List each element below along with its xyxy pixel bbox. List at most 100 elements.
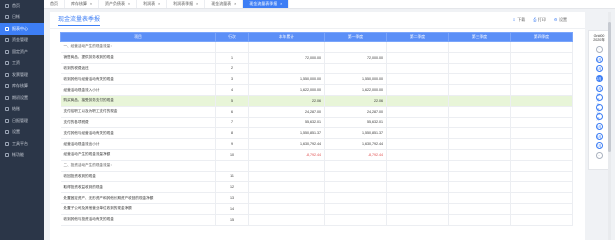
period-month[interactable]: 12月 <box>589 93 609 103</box>
table-cell-q1[interactable]: -8,792.44 <box>324 149 387 161</box>
table-cell-q4[interactable] <box>510 73 573 86</box>
table-cell-q1[interactable]: 1,622,000.00 <box>324 84 387 96</box>
sidebar-item[interactable]: 工资 <box>0 58 44 70</box>
table-cell-q4[interactable] <box>510 106 573 118</box>
table-cell-q2[interactable] <box>386 106 449 118</box>
table-cell-q2[interactable] <box>386 160 449 172</box>
table-cell-q2[interactable] <box>386 171 449 183</box>
table-cell-q2[interactable] <box>386 138 449 150</box>
tool-button[interactable]: ⚙ 设置 <box>554 17 567 23</box>
table-cell-q3[interactable] <box>448 95 511 107</box>
table-cell-q2[interactable] <box>386 203 449 215</box>
table-cell-q4[interactable] <box>510 117 573 129</box>
table-row[interactable]: 处置固定资产、无形资产和其他长期资产收回的现金净额 13 <box>60 192 573 204</box>
table-row[interactable]: 购买商品、接受劳务支付的现金 5 22.06 22.06 <box>60 95 573 107</box>
table-cell-q4[interactable] <box>510 181 573 194</box>
table-cell-q1[interactable] <box>324 171 387 183</box>
table-cell-q1[interactable]: 24,287.00 <box>324 106 387 118</box>
sidebar-item[interactable]: 帐功能 <box>0 150 44 162</box>
table-cell-q4[interactable] <box>510 127 573 140</box>
tab-item[interactable]: 现金流量表季报 × <box>243 0 290 8</box>
table-row[interactable]: 处置子公司及其他营业单位收到的现金净额 14 <box>60 203 573 215</box>
table-row[interactable]: 销售商品、提供劳务收到的现金 1 72,000.00 72,000.00 <box>60 52 573 64</box>
table-cell-q3[interactable] <box>448 214 511 226</box>
table-cell-q2[interactable] <box>386 149 449 161</box>
table-cell-q3[interactable] <box>448 127 511 140</box>
tab-item[interactable]: 现金流量表 × <box>205 0 244 8</box>
table-cell-q1[interactable] <box>324 192 387 204</box>
table-cell-q2[interactable] <box>386 73 449 86</box>
table-cell-q2[interactable] <box>386 117 449 129</box>
table-row[interactable]: 二、投资活动产生的现金流量： <box>60 160 573 172</box>
period-down-arrow[interactable]: ⌄ <box>589 151 609 161</box>
table-row[interactable]: 经营活动现金流出小计 9 1,630,792.44 1,630,792.44 <box>60 138 573 150</box>
period-up-arrow[interactable]: ⌃ <box>589 45 609 55</box>
table-cell-q2[interactable] <box>386 52 449 64</box>
table-cell-q1[interactable]: 1,630,792.44 <box>324 138 387 150</box>
table-cell-q1[interactable] <box>324 160 387 172</box>
period-month[interactable]: 3月 <box>589 64 609 74</box>
table-cell-q4[interactable] <box>510 192 573 204</box>
table-cell-q1[interactable] <box>324 181 387 194</box>
table-cell-q3[interactable] <box>448 73 511 86</box>
close-icon[interactable]: × <box>280 2 282 6</box>
table-cell-q2[interactable] <box>386 84 449 96</box>
table-cell-ytd[interactable] <box>248 171 325 183</box>
table-row[interactable]: 支付的各项税费 7 55,632.01 55,632.01 <box>60 117 573 129</box>
sidebar-item[interactable]: 工具平台 <box>0 138 44 150</box>
table-cell-q2[interactable] <box>386 181 449 194</box>
table-cell-ytd[interactable] <box>248 41 325 53</box>
table-cell-q1[interactable] <box>324 41 387 53</box>
table-cell-q3[interactable] <box>448 138 511 150</box>
table-cell-q2[interactable] <box>386 95 449 107</box>
table-cell-q1[interactable]: 55,632.01 <box>324 117 387 129</box>
period-month[interactable]: 10月 <box>589 112 609 122</box>
table-cell-q2[interactable] <box>386 214 449 226</box>
table-cell-ytd[interactable]: 72,000.00 <box>248 52 325 64</box>
scrollbar-thumb[interactable] <box>608 22 611 152</box>
table-cell-q1[interactable] <box>324 63 387 75</box>
table-cell-ytd[interactable]: 24,287.00 <box>248 106 325 118</box>
table-row[interactable]: 收到其他与经营活动有关的现金 3 1,550,000.00 1,550,000.00 <box>60 73 573 86</box>
table-cell-q1[interactable]: 72,000.00 <box>324 52 387 64</box>
table-cell-q4[interactable] <box>510 138 573 150</box>
sidebar-item[interactable]: 日帐 <box>0 12 44 24</box>
table-cell-ytd[interactable]: 1,622,000.00 <box>248 84 325 96</box>
tab-item[interactable]: 利润表 × <box>137 0 168 8</box>
table-cell-q4[interactable] <box>510 52 573 64</box>
sidebar-item[interactable]: 报表中心 <box>0 23 44 35</box>
table-cell-ytd[interactable] <box>248 214 325 226</box>
table-cell-q4[interactable] <box>510 203 573 215</box>
tab-item[interactable]: 首页 <box>44 0 65 8</box>
sidebar-item[interactable]: 固定资产 <box>0 46 44 58</box>
table-cell-q4[interactable] <box>510 214 573 226</box>
period-month[interactable]: 4月 <box>589 55 609 65</box>
period-month[interactable]: 2月 <box>589 74 609 84</box>
table-cell-q3[interactable] <box>448 171 511 183</box>
table-cell-ytd[interactable]: 1,550,000.00 <box>248 73 325 86</box>
table-cell-q3[interactable] <box>448 192 511 204</box>
sidebar-item[interactable]: 日报管理 <box>0 115 44 127</box>
table-cell-q1[interactable] <box>324 203 387 215</box>
tab-item[interactable]: 利润表季报 × <box>167 0 206 8</box>
table-cell-ytd[interactable] <box>248 203 325 215</box>
table-cell-q3[interactable] <box>448 63 511 75</box>
table-cell-ytd[interactable]: -8,792.44 <box>248 149 325 161</box>
table-cell-q4[interactable] <box>510 149 573 161</box>
table-row[interactable]: 经营活动现金流入小计 4 1,622,000.00 1,622,000.00 <box>60 84 573 96</box>
period-month[interactable]: 1月 <box>589 83 609 93</box>
sidebar-item[interactable]: 结账 <box>0 104 44 116</box>
table-cell-ytd[interactable]: 1,630,792.44 <box>248 138 325 150</box>
table-cell-q3[interactable] <box>448 149 511 161</box>
tab-item[interactable]: 库存核算 × <box>65 0 100 8</box>
close-icon[interactable]: × <box>90 2 92 6</box>
table-cell-q1[interactable]: 1,550,851.37 <box>324 127 387 140</box>
tool-button[interactable]: ⇩ 下载 <box>512 17 525 23</box>
table-cell-q2[interactable] <box>386 127 449 140</box>
sidebar-item[interactable]: 资金管理 <box>0 35 44 47</box>
table-cell-q2[interactable] <box>386 192 449 204</box>
table-cell-ytd[interactable]: 22.06 <box>248 95 325 107</box>
period-month[interactable]: 11月 <box>589 103 609 113</box>
table-cell-ytd[interactable] <box>248 63 325 75</box>
sidebar-item[interactable]: 库存核算 <box>0 81 44 93</box>
